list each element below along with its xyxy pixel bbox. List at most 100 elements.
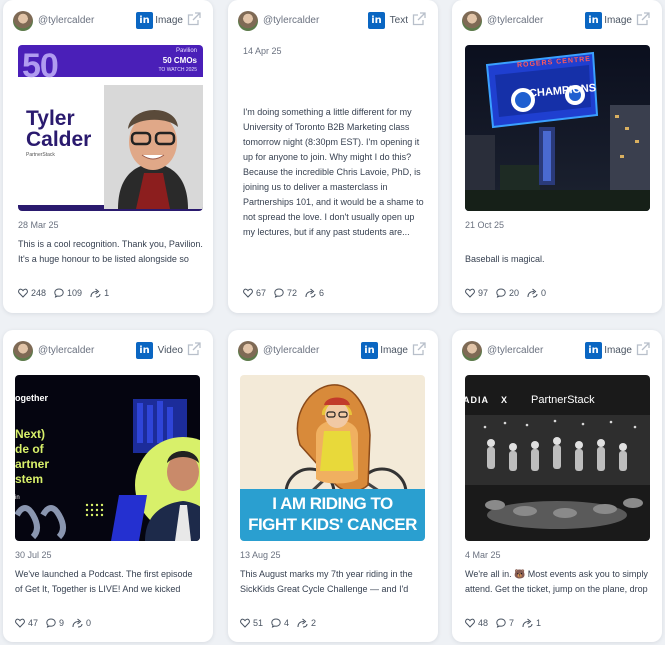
media-brand-right: PartnerStack <box>531 394 595 406</box>
share-icon <box>72 618 83 628</box>
comment-icon <box>274 288 284 298</box>
post-type-label: Image <box>604 15 632 26</box>
media-brand: Pavilion <box>175 48 197 54</box>
comment-stat: 9 <box>46 618 64 628</box>
share-icon <box>90 288 101 298</box>
like-count: 248 <box>31 288 47 298</box>
external-link-icon[interactable] <box>187 12 201 26</box>
comment-count: 7 <box>509 618 515 628</box>
author-handle: @tylercalder <box>487 345 544 356</box>
share-stat: 0 <box>527 288 546 298</box>
share-icon <box>527 288 538 298</box>
media-brand-left: ADIA <box>465 395 489 405</box>
like-stat: 67 <box>243 288 266 298</box>
post-card[interactable]: @tylercalder in Image I AM RIDING TO FIG… <box>228 330 438 642</box>
comment-stat: 20 <box>496 288 519 298</box>
banner-line-2: FIGHT KIDS' CANCER <box>248 515 417 534</box>
post-image[interactable]: I AM RIDING TO FIGHT KIDS' CANCER <box>240 375 425 541</box>
comment-count: 109 <box>67 288 83 298</box>
like-stat: 51 <box>240 618 263 628</box>
media-subline: TO WATCH 2025 <box>158 67 197 73</box>
comment-icon <box>496 618 506 628</box>
author-handle: @tylercalder <box>38 15 95 26</box>
like-count: 48 <box>478 618 489 628</box>
external-link-icon[interactable] <box>636 342 650 356</box>
linkedin-icon: in <box>368 12 385 29</box>
heart-icon <box>18 288 28 298</box>
media-line-5: stem <box>15 472 44 486</box>
heart-icon <box>15 618 25 628</box>
media-headline: 50 CMOs <box>162 56 197 65</box>
post-card[interactable]: @tylercalder in Text 14 Apr 25 I'm doing… <box>228 0 438 313</box>
card-header: @tylercalder in Image <box>228 330 438 374</box>
media-line-3: de of <box>15 442 44 456</box>
share-stat: 1 <box>522 618 541 628</box>
author-handle: @tylercalder <box>487 15 544 26</box>
external-link-icon[interactable] <box>636 12 650 26</box>
heart-icon <box>243 288 253 298</box>
post-type-label: Image <box>380 345 408 356</box>
avatar <box>13 11 33 31</box>
like-stat: 248 <box>18 288 46 298</box>
comment-stat: 109 <box>54 288 82 298</box>
share-count: 1 <box>104 288 110 298</box>
post-text: We've launched a Podcast. The first epis… <box>15 569 193 594</box>
post-text: Baseball is magical. <box>465 254 545 264</box>
media-big-number: 50 <box>22 47 59 85</box>
post-card[interactable]: @tylercalder in Image ROGERS CENTRE CHAM… <box>452 0 662 313</box>
engagement-stats: 47 9 0 <box>15 618 91 628</box>
share-icon <box>297 618 308 628</box>
card-header: @tylercalder in Image <box>452 0 662 44</box>
external-link-icon[interactable] <box>412 342 426 356</box>
avatar <box>238 341 258 361</box>
media-line-2: Next) <box>15 427 46 441</box>
author-handle: @tylercalder <box>263 345 320 356</box>
comment-stat: 4 <box>271 618 289 628</box>
external-link-icon[interactable] <box>412 12 426 26</box>
post-video-thumbnail[interactable]: ogether Next) de of artner stem in <box>15 375 200 541</box>
external-link-icon[interactable] <box>187 342 201 356</box>
engagement-stats: 51 4 2 <box>240 618 316 628</box>
post-text: We're all in. 🐻 Most events ask you to s… <box>465 569 648 594</box>
media-company: PartnerStack <box>26 152 55 158</box>
media-line-4: artner <box>15 457 50 471</box>
comment-icon <box>46 618 56 628</box>
post-text: This August marks my 7th year riding in … <box>240 569 413 594</box>
heart-icon <box>240 618 250 628</box>
post-text: I'm doing something a little different f… <box>243 107 424 237</box>
post-type-label: Text <box>389 15 408 26</box>
post-type-label: Image <box>155 15 183 26</box>
comment-count: 4 <box>284 618 290 628</box>
like-stat: 48 <box>465 618 488 628</box>
post-type-label: Image <box>604 345 632 356</box>
post-card[interactable]: @tylercalder in Image ADIA X PartnerStac… <box>452 330 662 642</box>
card-header: @tylercalder in Video <box>3 330 213 374</box>
post-text: This is a cool recognition. Thank you, P… <box>18 239 203 264</box>
post-image[interactable]: ROGERS CENTRE CHAMPIONS <box>465 45 650 211</box>
comment-icon <box>54 288 64 298</box>
avatar <box>462 11 482 31</box>
comment-icon <box>496 288 506 298</box>
comment-icon <box>271 618 281 628</box>
share-stat: 2 <box>297 618 316 628</box>
avatar <box>13 341 33 361</box>
heart-icon <box>465 618 475 628</box>
post-date: 13 Aug 25 <box>240 550 281 560</box>
post-card[interactable]: @tylercalder in Video ogether Next) de o… <box>3 330 213 642</box>
linkedin-icon: in <box>361 342 378 359</box>
comment-stat: 7 <box>496 618 514 628</box>
linkedin-icon: in <box>136 342 153 359</box>
media-line-6: in <box>15 495 20 501</box>
post-image[interactable]: ADIA X PartnerStack <box>465 375 650 541</box>
linkedin-icon: in <box>585 342 602 359</box>
post-image[interactable]: 50 Pavilion 50 CMOs TO WATCH 2025 Tyler … <box>18 45 203 211</box>
comment-count: 20 <box>509 288 520 298</box>
author-handle: @tylercalder <box>263 15 320 26</box>
post-date: 4 Mar 25 <box>465 550 501 560</box>
linkedin-icon: in <box>136 12 153 29</box>
post-date: 30 Jul 25 <box>15 550 52 560</box>
media-brand-x: X <box>501 395 508 405</box>
post-card[interactable]: @tylercalder in Image 50 Pavilion 50 CMO… <box>3 0 213 313</box>
engagement-stats: 48 7 1 <box>465 618 541 628</box>
post-date: 14 Apr 25 <box>243 46 282 56</box>
